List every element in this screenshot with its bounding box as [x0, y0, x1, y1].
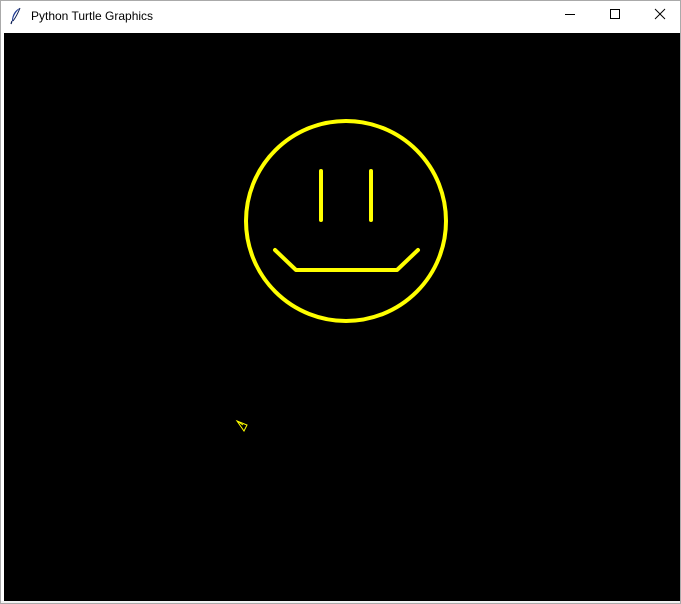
app-window: Python Turtle Graphics	[0, 0, 681, 604]
window-bottom-border	[1, 601, 680, 603]
close-icon	[654, 7, 666, 25]
face-circle	[244, 119, 448, 323]
mouth	[273, 248, 420, 272]
maximize-icon	[609, 7, 621, 25]
minimize-button[interactable]	[547, 1, 593, 30]
turtle-drawing	[235, 119, 448, 432]
minimize-icon	[564, 7, 576, 25]
title-bar[interactable]: Python Turtle Graphics	[1, 1, 680, 31]
turtle-arrow-icon	[235, 419, 248, 432]
maximize-button[interactable]	[592, 1, 638, 30]
feather-icon	[9, 7, 23, 25]
window-title: Python Turtle Graphics	[31, 9, 154, 23]
close-button[interactable]	[637, 1, 681, 30]
turtle-canvas[interactable]	[4, 33, 680, 601]
